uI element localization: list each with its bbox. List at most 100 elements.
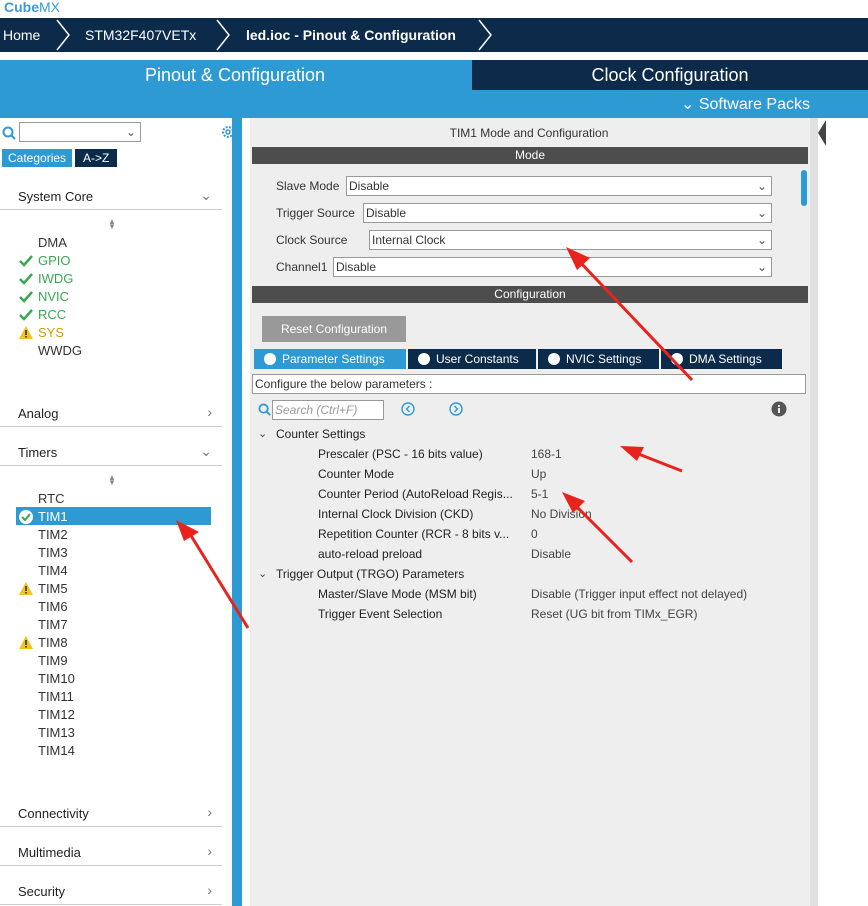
list-item-tim1[interactable]: TIM1 [19, 509, 68, 524]
check-circle-icon [264, 353, 276, 365]
reset-configuration-button[interactable]: Reset Configuration [262, 316, 406, 342]
breadcrumb: Home STM32F407VETx led.ioc - Pinout & Co… [0, 18, 868, 52]
info-icon[interactable] [771, 401, 787, 417]
chevron-right-icon: › [207, 804, 212, 820]
list-item-tim12[interactable]: TIM12 [38, 707, 75, 722]
param-name: Counter Period (AutoReload Regis... [318, 487, 513, 501]
list-item-gpio[interactable]: GPIO [19, 253, 71, 268]
category-search-row: ⌄ [0, 122, 234, 146]
mode-configuration-panel: TIM1 Mode and Configuration Mode Slave M… [250, 118, 810, 906]
list-item-rtc[interactable]: RTC [38, 491, 64, 506]
param-name: Repetition Counter (RCR - 8 bits v... [318, 527, 510, 541]
param-value[interactable]: Disable [531, 547, 571, 561]
tab-pinout-configuration[interactable]: Pinout & Configuration [0, 60, 470, 90]
side-gutter [818, 118, 868, 906]
trigger-source-select[interactable]: Disable ⌄ [363, 203, 772, 223]
group-counter-settings[interactable]: Counter Settings [276, 427, 365, 441]
configure-parameters-note: Configure the below parameters : [252, 374, 806, 394]
configuration-header: Configuration [252, 286, 808, 303]
gear-icon[interactable] [220, 124, 236, 140]
param-name: Counter Mode [318, 467, 395, 481]
section-timers[interactable]: Timers ⌄ [0, 436, 222, 466]
chevron-down-icon[interactable]: ⌄ [258, 427, 267, 440]
group-trigger-output[interactable]: Trigger Output (TRGO) Parameters [276, 567, 464, 581]
list-item-tim11[interactable]: TIM11 [38, 689, 74, 704]
list-item-tim4[interactable]: TIM4 [38, 563, 68, 578]
top-bar: CubeMX [0, 0, 868, 18]
section-multimedia[interactable]: Multimedia › [0, 836, 222, 866]
breadcrumb-project[interactable]: led.ioc - Pinout & Configuration [246, 18, 456, 52]
tab-a-to-z[interactable]: A->Z [75, 149, 118, 167]
list-item-tim2[interactable]: TIM2 [38, 527, 68, 542]
mode-scrollbar[interactable] [801, 170, 807, 206]
param-value[interactable]: No Division [531, 507, 592, 521]
right-panel-scrollbar[interactable] [810, 118, 818, 906]
list-item-wwdg[interactable]: WWDG [38, 343, 82, 358]
tab-user-constants[interactable]: User Constants [408, 349, 536, 369]
list-item-tim13[interactable]: TIM13 [38, 725, 75, 740]
chevron-right-icon: › [207, 843, 212, 859]
tab-dma-settings[interactable]: DMA Settings [661, 349, 782, 369]
collapse-arrow-icon[interactable] [818, 118, 826, 148]
chevron-right-icon: › [207, 882, 212, 898]
section-security[interactable]: Security › [0, 875, 222, 905]
channel1-label: Channel1 [276, 260, 328, 274]
section-analog[interactable]: Analog › [0, 397, 222, 427]
list-item-tim10[interactable]: TIM10 [38, 671, 75, 686]
categories-panel: ⌄ Categories A->Z System Core ⌄ ▲ ▼ DMA G… [0, 118, 242, 906]
slave-mode-label: Slave Mode [276, 179, 340, 193]
chevron-down-icon: ⌄ [756, 179, 767, 193]
list-item-iwdg[interactable]: IWDG [19, 271, 73, 286]
section-connectivity[interactable]: Connectivity › [0, 797, 222, 827]
category-search-combo[interactable]: ⌄ [19, 122, 141, 142]
list-item-tim8[interactable]: TIM8 [19, 635, 68, 650]
check-icon [19, 273, 33, 285]
param-value[interactable]: 168-1 [531, 447, 562, 461]
previous-icon[interactable] [401, 402, 415, 416]
channel1-select[interactable]: Disable ⌄ [333, 257, 772, 277]
list-item-nvic[interactable]: NVIC [19, 289, 69, 304]
param-value[interactable]: Disable (Trigger input effect not delaye… [531, 587, 747, 601]
param-name: auto-reload preload [318, 547, 423, 561]
param-name: Master/Slave Mode (MSM bit) [318, 587, 477, 601]
search-icon [2, 126, 16, 140]
software-packs-menu[interactable]: ⌄ Software Packs [681, 94, 810, 114]
scroll-up-icon[interactable]: ▲ ▼ [108, 218, 116, 231]
tab-clock-configuration[interactable]: Clock Configuration [472, 60, 868, 90]
param-value[interactable]: 0 [531, 527, 538, 541]
next-icon[interactable] [449, 402, 463, 416]
parameter-search-input[interactable]: Search (Ctrl+F) [272, 400, 384, 420]
chevron-down-icon: ⌄ [200, 443, 212, 459]
list-item-dma[interactable]: DMA [38, 235, 67, 250]
list-item-rcc[interactable]: RCC [19, 307, 66, 322]
tab-nvic-settings[interactable]: NVIC Settings [538, 349, 659, 369]
check-circle-icon [671, 353, 683, 365]
chevron-down-icon: ⌄ [756, 206, 767, 220]
slave-mode-select[interactable]: Disable ⌄ [346, 176, 772, 196]
list-item-sys[interactable]: SYS [19, 325, 64, 340]
trigger-source-label: Trigger Source [276, 206, 355, 220]
param-value[interactable]: Up [531, 467, 546, 481]
list-item-tim5[interactable]: TIM5 [19, 581, 68, 596]
breadcrumb-home[interactable]: Home [3, 18, 40, 52]
tab-categories[interactable]: Categories [2, 149, 73, 167]
list-item-tim6[interactable]: TIM6 [38, 599, 68, 614]
list-item-tim7[interactable]: TIM7 [38, 617, 68, 632]
param-value[interactable]: 5-1 [531, 487, 548, 501]
tab-parameter-settings[interactable]: Parameter Settings [254, 349, 406, 369]
scroll-up-icon[interactable]: ▲ ▼ [108, 474, 116, 487]
param-value[interactable]: Reset (UG bit from TIMx_EGR) [531, 607, 697, 621]
chevron-down-icon[interactable]: ⌄ [258, 567, 267, 580]
list-item-tim9[interactable]: TIM9 [38, 653, 68, 668]
panel-title: TIM1 Mode and Configuration [449, 126, 609, 140]
chevron-right-icon [478, 19, 492, 51]
list-item-tim14[interactable]: TIM14 [38, 743, 75, 758]
list-item-tim3[interactable]: TIM3 [38, 545, 68, 560]
chevron-down-icon: ⌄ [756, 260, 767, 274]
search-icon [258, 403, 271, 416]
section-system-core[interactable]: System Core ⌄ [0, 180, 222, 210]
breadcrumb-mcu[interactable]: STM32F407VETx [85, 18, 196, 52]
param-name: Trigger Event Selection [318, 607, 443, 621]
clock-source-select[interactable]: Internal Clock ⌄ [369, 230, 772, 250]
param-name: Internal Clock Division (CKD) [318, 507, 474, 521]
